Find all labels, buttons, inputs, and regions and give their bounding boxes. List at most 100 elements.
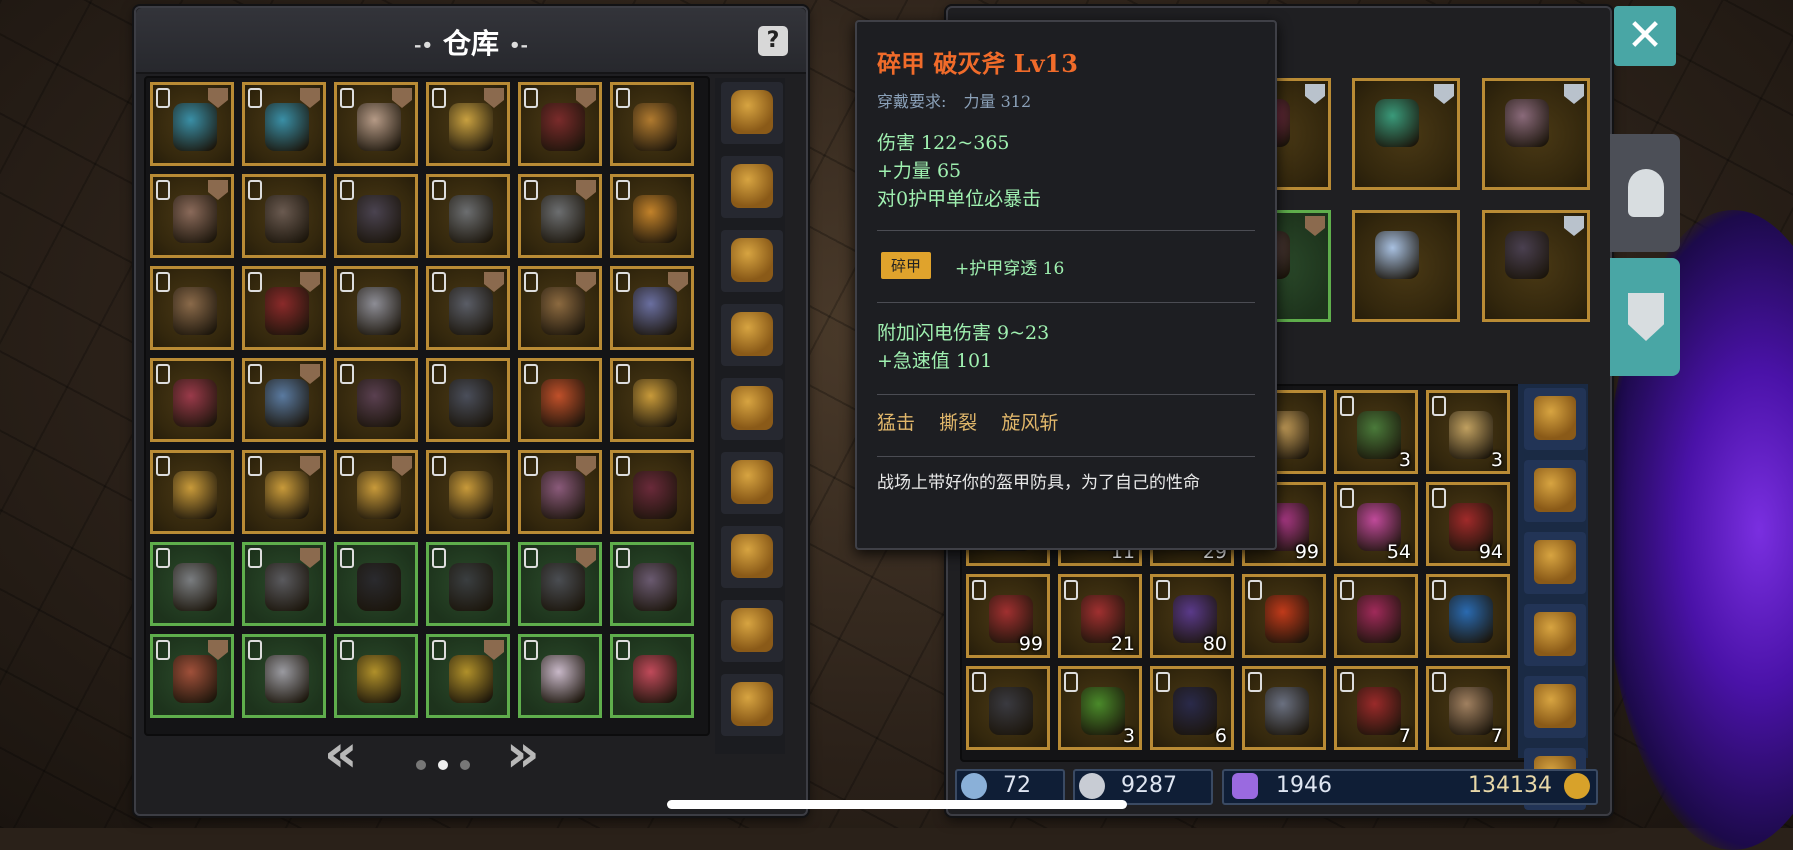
item-slot[interactable]: 80 [1150,574,1234,658]
item-slot[interactable]: 7 [1334,666,1418,750]
item-slot[interactable] [150,542,234,626]
item-slot[interactable] [1242,666,1326,750]
item-slot[interactable] [1334,574,1418,658]
item-slot[interactable] [610,174,694,258]
item-slot[interactable] [426,266,510,350]
item-slot[interactable] [150,358,234,442]
item-slot[interactable] [610,266,694,350]
item-slot[interactable] [150,450,234,534]
item-slot[interactable] [426,82,510,166]
item-slot[interactable] [518,634,602,718]
item-slot[interactable]: 3 [1334,390,1418,474]
home-indicator[interactable] [667,800,1127,809]
close-button[interactable]: ✕ [1614,6,1676,66]
page-prev-button[interactable]: « [324,724,358,784]
fire-crystal-icon [1265,595,1309,643]
item-slot[interactable] [334,82,418,166]
bag-slot[interactable] [721,674,783,736]
item-slot[interactable] [518,174,602,258]
item-slot[interactable] [426,174,510,258]
item-slot[interactable] [150,82,234,166]
item-slot[interactable] [610,358,694,442]
item-slot[interactable] [1482,210,1590,322]
bag-slot[interactable] [1524,460,1586,522]
bag-slot[interactable] [721,304,783,366]
item-slot[interactable] [610,450,694,534]
bag-slot[interactable] [1524,604,1586,666]
item-slot[interactable] [334,266,418,350]
bag-slot[interactable] [1524,676,1586,738]
item-slot[interactable] [426,634,510,718]
item-slot[interactable] [242,450,326,534]
item-slot[interactable] [242,266,326,350]
item-slot[interactable] [334,450,418,534]
lock-icon [1432,396,1446,416]
item-slot[interactable] [518,82,602,166]
item-slot[interactable] [610,82,694,166]
jeweled-ring-icon [357,471,401,519]
item-slot[interactable]: 7 [1426,666,1510,750]
item-slot[interactable] [150,174,234,258]
item-slot[interactable] [426,450,510,534]
item-slot[interactable] [150,634,234,718]
item-slot[interactable] [242,82,326,166]
jeweled-ring-icon [173,471,217,519]
page-dot[interactable] [438,760,448,770]
tooltip-crit-note: 对0护甲单位必暴击 [877,188,1042,210]
item-slot[interactable]: 3 [1426,390,1510,474]
item-slot[interactable] [610,542,694,626]
dragon-claw-icon [633,471,677,519]
item-slot[interactable] [334,634,418,718]
item-slot[interactable] [518,542,602,626]
affix-tag: 碎甲 [881,252,932,279]
bag-slot[interactable] [721,378,783,440]
bag-slot[interactable] [1524,532,1586,594]
item-slot[interactable] [334,174,418,258]
tab-weapon[interactable] [1610,258,1680,376]
lock-icon [524,640,538,660]
item-slot[interactable] [1426,574,1510,658]
item-slot[interactable] [518,266,602,350]
item-slot[interactable] [426,358,510,442]
bag-slot[interactable] [1524,388,1586,450]
item-slot[interactable] [242,542,326,626]
bag-slot[interactable] [721,452,783,514]
lock-icon [524,272,538,292]
item-slot[interactable] [1482,78,1590,190]
item-slot[interactable] [518,450,602,534]
item-slot[interactable]: 99 [966,574,1050,658]
item-slot[interactable] [610,634,694,718]
item-slot[interactable] [242,174,326,258]
item-slot[interactable] [242,358,326,442]
page-dot[interactable] [460,760,470,770]
fish-necklace-icon [265,103,309,151]
item-slot[interactable] [1352,78,1460,190]
item-slot[interactable] [150,266,234,350]
bag-slot[interactable] [721,82,783,144]
item-slot[interactable] [242,634,326,718]
page-next-button[interactable]: » [506,724,540,784]
item-quantity: 3 [1398,449,1411,471]
warehouse-bag-column [715,78,785,754]
gold-ring-icon [633,195,677,243]
item-slot[interactable] [518,358,602,442]
bag-slot[interactable] [721,600,783,662]
bag-slot[interactable] [721,156,783,218]
item-slot[interactable]: 54 [1334,482,1418,566]
bag-slot[interactable] [721,526,783,588]
horn-icon [1449,687,1493,735]
bag-slot[interactable] [721,230,783,292]
item-slot[interactable]: 3 [1058,666,1142,750]
tab-helmet[interactable] [1610,134,1680,252]
item-slot[interactable]: 6 [1150,666,1234,750]
item-slot[interactable] [1352,210,1460,322]
item-slot[interactable] [334,358,418,442]
help-button[interactable]: ? [758,26,788,56]
item-slot[interactable] [334,542,418,626]
item-slot[interactable] [966,666,1050,750]
item-slot[interactable] [1242,574,1326,658]
page-dot[interactable] [416,760,426,770]
item-slot[interactable]: 21 [1058,574,1142,658]
item-slot[interactable] [426,542,510,626]
item-slot[interactable]: 94 [1426,482,1510,566]
